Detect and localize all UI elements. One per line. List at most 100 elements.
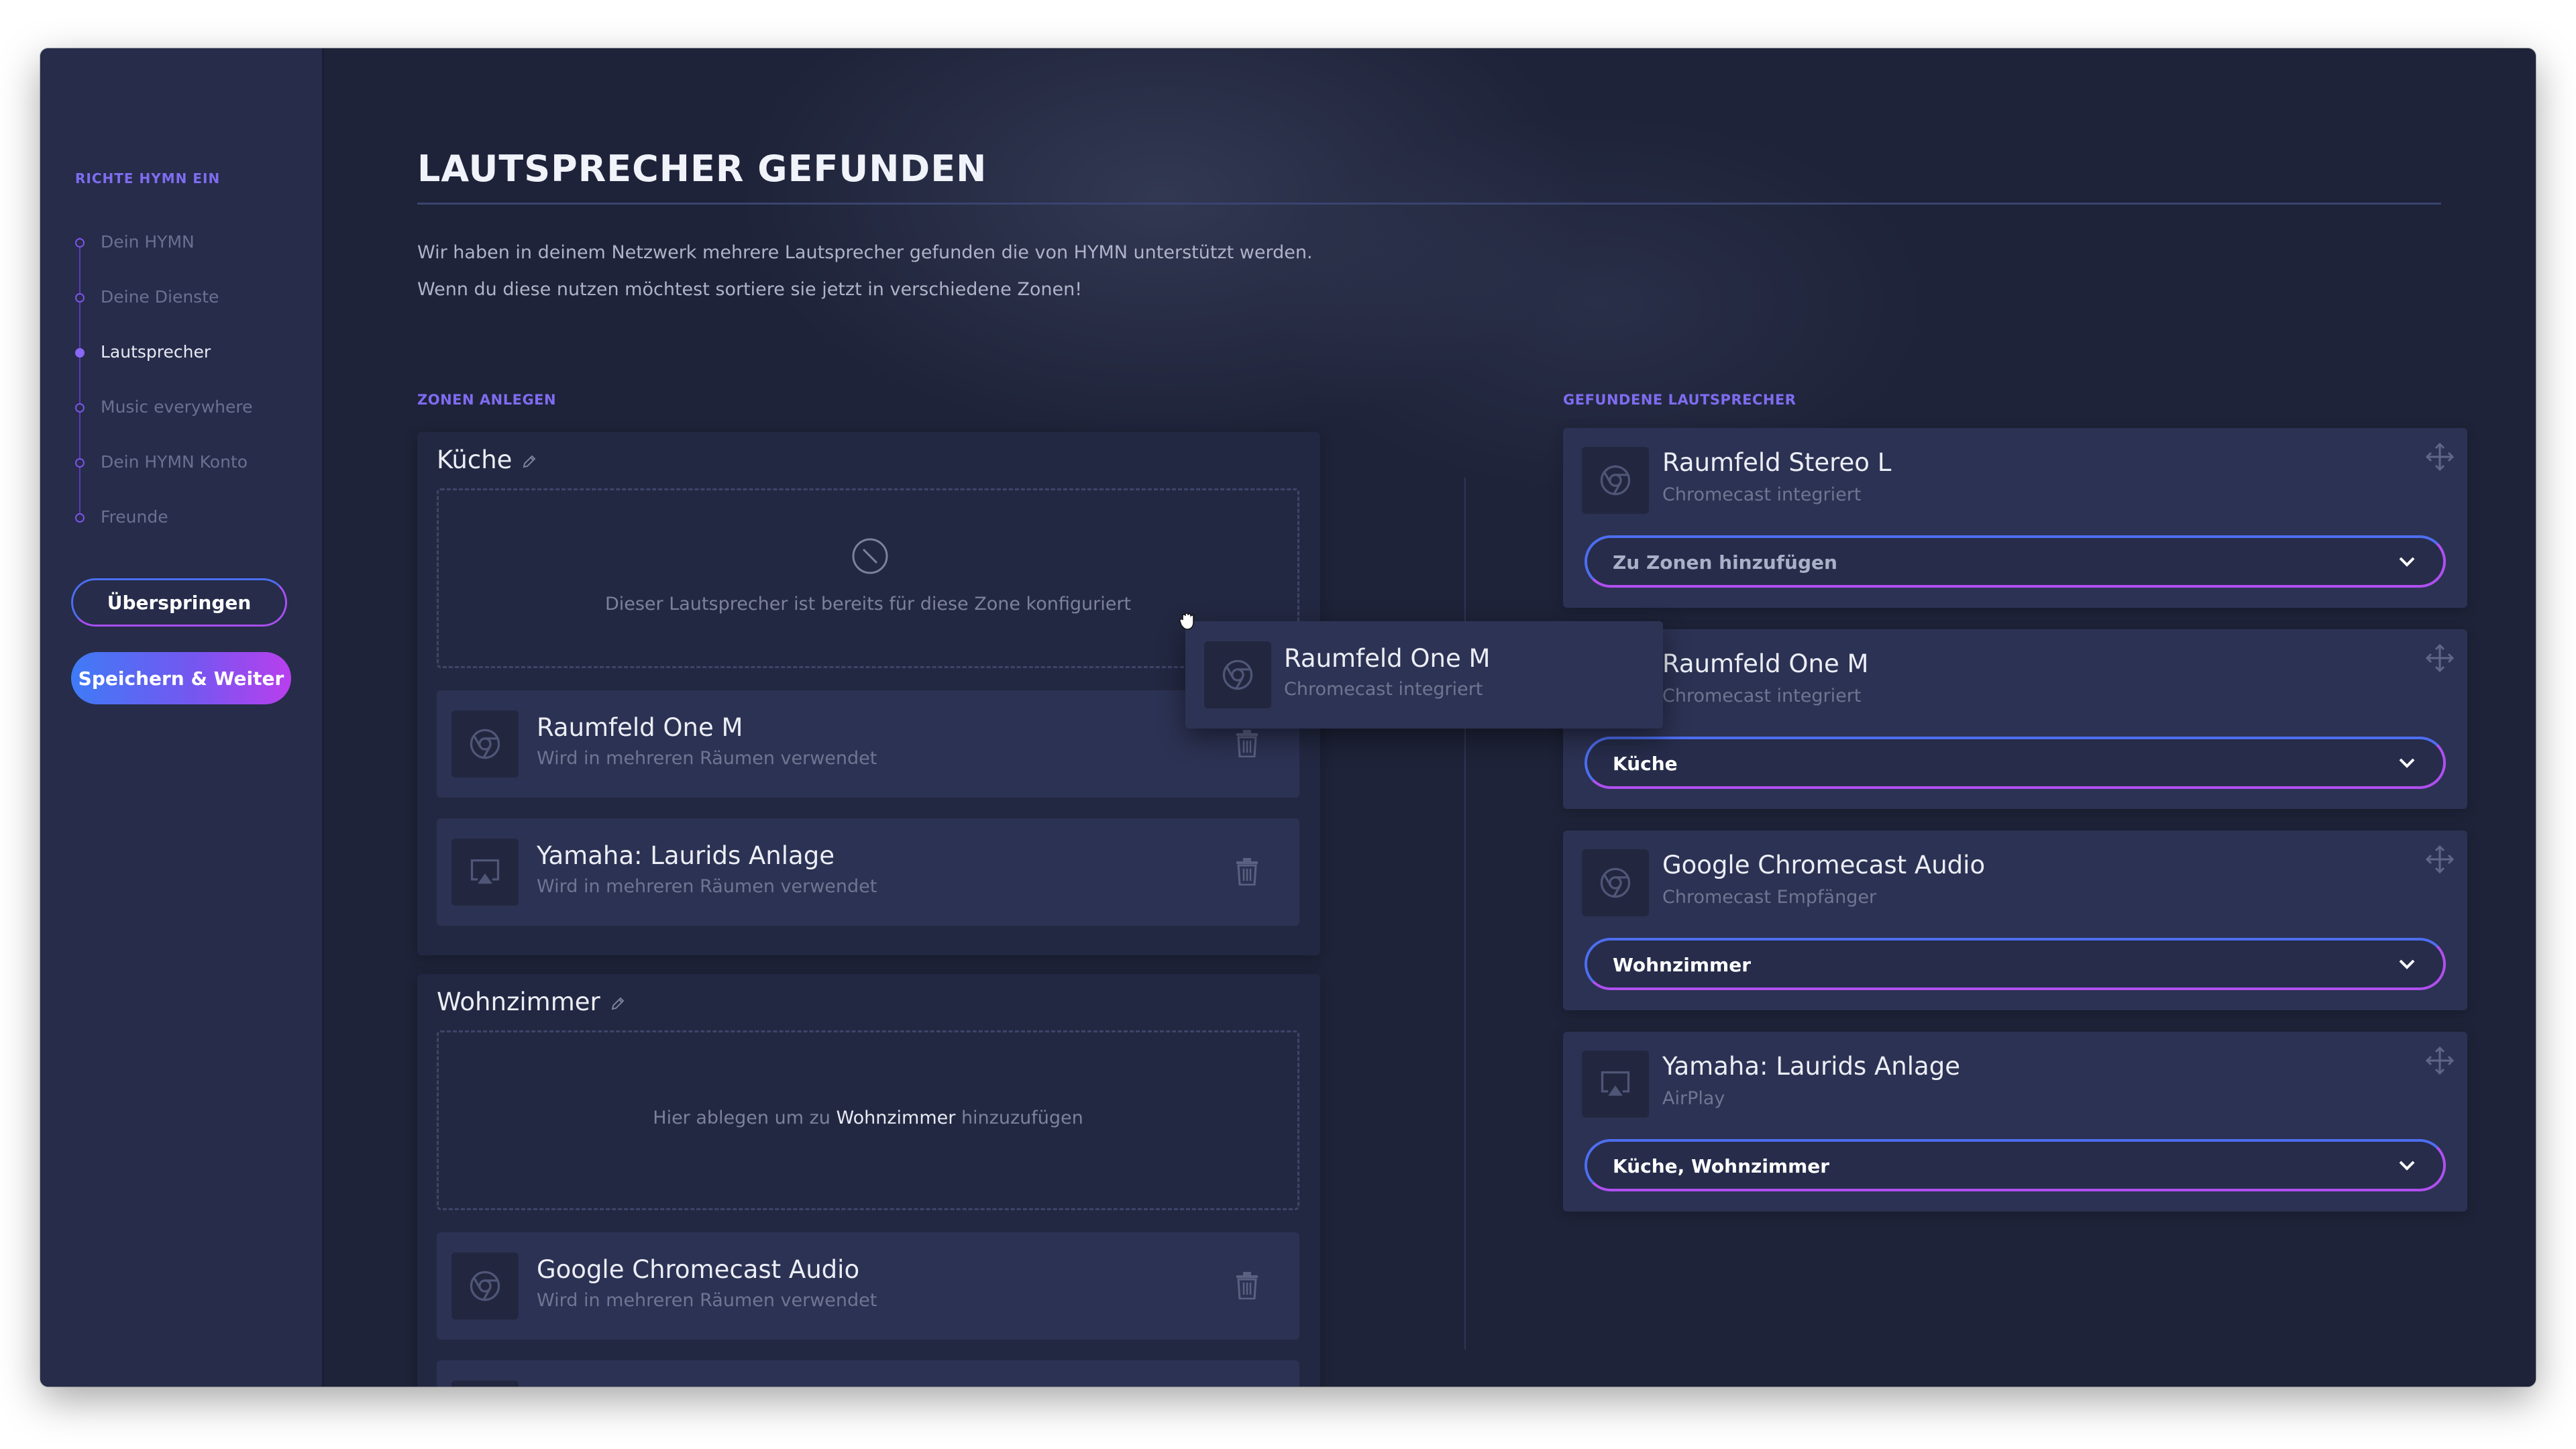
dropzone-message: Hier ablegen um zu Wohnzimmer hinzuzufüg… (439, 1108, 1297, 1128)
speaker-name: Yamaha: Laurids Anlage (537, 841, 835, 870)
step-label: Music everywhere (101, 397, 253, 417)
found-speaker-card[interactable]: Raumfeld Stereo L Chromecast integriert … (1563, 428, 2467, 608)
page-title: LAUTSPRECHER GEFUNDEN (417, 148, 987, 190)
step-freunde[interactable]: Freunde (75, 507, 303, 565)
main-content: LAUTSPRECHER GEFUNDEN Wir haben in deine… (324, 48, 2536, 1387)
zone-speaker-card[interactable]: Raumfeld One M Wird in mehreren Räumen v… (437, 690, 1299, 798)
move-icon[interactable] (2423, 843, 2457, 876)
pencil-icon[interactable] (610, 996, 626, 1012)
step-dein-hymn[interactable]: Dein HYMN (75, 232, 303, 290)
speaker-status: Wird in mehreren Räumen verwendet (537, 748, 877, 769)
chromecast-icon (451, 1252, 519, 1320)
chromecast-icon (1582, 849, 1649, 916)
airplay-icon (451, 1381, 519, 1387)
airplay-icon (451, 839, 519, 906)
sidebar-title: RICHTE HYMN EIN (75, 170, 221, 186)
step-label: Dein HYMN Konto (101, 452, 248, 472)
speaker-type: Chromecast Empfänger (1662, 887, 1877, 908)
chevron-down-icon (2398, 958, 2416, 971)
grab-cursor-icon (1179, 612, 1194, 630)
zone-name[interactable]: Küche (437, 445, 512, 474)
dropzone-zone-name: Wohnzimmer (836, 1108, 956, 1128)
move-icon[interactable] (2423, 641, 2457, 675)
speaker-type: Chromecast integriert (1662, 686, 1862, 706)
step-label: Deine Dienste (101, 287, 219, 307)
speaker-status: Wird in mehreren Räumen verwendet (537, 876, 877, 897)
not-allowed-icon (852, 538, 888, 574)
dragged-speaker-card[interactable]: Raumfeld One M Chromecast integriert (1185, 621, 1663, 729)
chevron-down-icon (2398, 757, 2416, 770)
zone-select-value: Küche, Wohnzimmer (1613, 1155, 1830, 1177)
title-divider (417, 203, 2441, 205)
step-label: Freunde (101, 507, 168, 527)
speaker-name: Raumfeld One M (1662, 649, 1869, 678)
step-music-everywhere[interactable]: Music everywhere (75, 397, 303, 455)
intro-text: Wir haben in deinem Netzwerk mehrere Lau… (417, 234, 1313, 308)
skip-button[interactable]: Überspringen (71, 578, 287, 627)
chromecast-icon (1204, 641, 1271, 708)
chevron-down-icon (2398, 1159, 2416, 1173)
step-deine-dienste[interactable]: Deine Dienste (75, 287, 303, 345)
step-label: Lautsprecher (101, 342, 211, 362)
found-section-label: GEFUNDENE LAUTSPRECHER (1563, 392, 1796, 408)
speaker-name: Raumfeld One M (1284, 644, 1491, 673)
step-label: Dein HYMN (101, 232, 195, 252)
speaker-type: Chromecast integriert (1662, 484, 1862, 505)
speaker-name: Google Chromecast Audio (537, 1255, 860, 1284)
speaker-name: Raumfeld Stereo L (1662, 448, 1892, 477)
trash-icon[interactable] (1235, 729, 1259, 757)
speaker-name: Google Chromecast Audio (1662, 851, 1986, 879)
move-icon[interactable] (2423, 1044, 2457, 1077)
pencil-icon[interactable] (521, 453, 537, 470)
zone-wohnzimmer: Wohnzimmer Hier ablegen um zu Wohnzimmer… (417, 974, 1320, 1387)
zone-dropzone[interactable]: Dieser Lautsprecher ist bereits für dies… (437, 488, 1299, 668)
airplay-icon (1582, 1051, 1649, 1118)
chromecast-icon (1582, 447, 1649, 514)
zone-speaker-card[interactable]: Yamaha: Laurids Anlage Wird in mehreren … (437, 818, 1299, 926)
zone-title[interactable]: Wohnzimmer (437, 987, 626, 1016)
step-lautsprecher[interactable]: Lautsprecher (75, 342, 303, 400)
step-dot (75, 513, 85, 523)
zone-select[interactable]: Zu Zonen hinzufügen (1585, 535, 2446, 588)
zone-select[interactable]: Küche (1585, 737, 2446, 789)
zone-name[interactable]: Wohnzimmer (437, 987, 600, 1016)
zone-select-value: Wohnzimmer (1613, 954, 1752, 976)
save-continue-button[interactable]: Speichern & Weiter (71, 652, 291, 704)
zone-speaker-card-partial[interactable] (437, 1360, 1299, 1387)
trash-icon[interactable] (1235, 1271, 1259, 1299)
move-icon[interactable] (2423, 440, 2457, 474)
found-speaker-card[interactable]: Google Chromecast Audio Chromecast Empfä… (1563, 830, 2467, 1010)
dropzone-message: Dieser Lautsprecher ist bereits für dies… (604, 594, 1132, 614)
chevron-down-icon (2398, 555, 2416, 569)
zone-speaker-card[interactable]: Google Chromecast Audio Wird in mehreren… (437, 1232, 1299, 1340)
intro-line-2: Wenn du diese nutzen möchtest sortiere s… (417, 279, 1083, 300)
chromecast-icon (451, 710, 519, 777)
found-speaker-card[interactable]: Yamaha: Laurids Anlage AirPlay Küche, Wo… (1563, 1032, 2467, 1212)
step-dein-hymn-konto[interactable]: Dein HYMN Konto (75, 452, 303, 510)
speaker-status: Wird in mehreren Räumen verwendet (537, 1290, 877, 1311)
found-speaker-card[interactable]: Raumfeld One M Chromecast integriert Küc… (1563, 629, 2467, 809)
step-dot (75, 403, 85, 413)
zone-select[interactable]: Küche, Wohnzimmer (1585, 1139, 2446, 1191)
dropzone-suffix: hinzuzufügen (961, 1108, 1083, 1128)
dropzone-prefix: Hier ablegen um zu (653, 1108, 830, 1128)
setup-sidebar: RICHTE HYMN EIN Dein HYMN Deine Dienste … (40, 48, 324, 1387)
speaker-type: Chromecast integriert (1284, 679, 1483, 700)
speaker-name: Yamaha: Laurids Anlage (1662, 1052, 1960, 1081)
setup-steps: Dein HYMN Deine Dienste Lautsprecher Mus… (75, 232, 303, 565)
speaker-type: AirPlay (1662, 1088, 1725, 1109)
column-divider (1464, 478, 1466, 1350)
zone-dropzone[interactable]: Hier ablegen um zu Wohnzimmer hinzuzufüg… (437, 1030, 1299, 1210)
intro-line-1: Wir haben in deinem Netzwerk mehrere Lau… (417, 242, 1313, 263)
zone-title[interactable]: Küche (437, 445, 537, 474)
zone-select[interactable]: Wohnzimmer (1585, 938, 2446, 990)
zone-select-value: Zu Zonen hinzufügen (1613, 551, 1837, 574)
step-dot (75, 293, 85, 303)
zones-section-label: ZONEN ANLEGEN (417, 392, 557, 408)
step-dot (75, 238, 85, 248)
speaker-name: Raumfeld One M (537, 713, 743, 742)
app-window: RICHTE HYMN EIN Dein HYMN Deine Dienste … (40, 48, 2536, 1387)
step-dot (75, 458, 85, 468)
step-dot (75, 348, 85, 358)
trash-icon[interactable] (1235, 857, 1259, 885)
